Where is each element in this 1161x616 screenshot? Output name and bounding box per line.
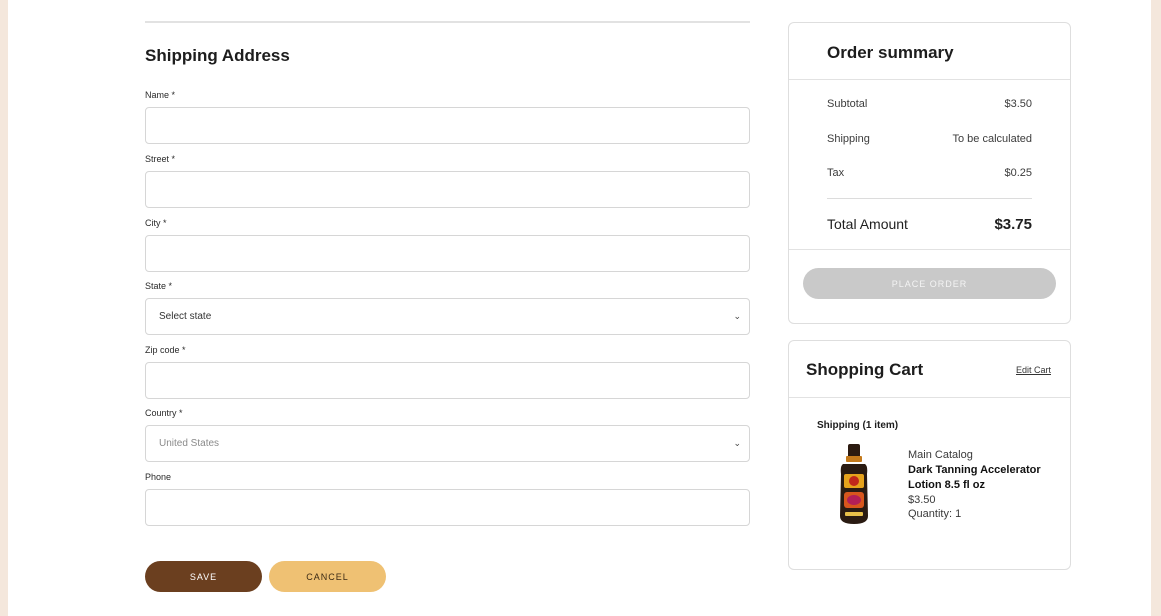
state-label: State * — [145, 281, 173, 291]
country-label: Country * — [145, 408, 183, 418]
summary-row-value: $0.25 — [1004, 167, 1032, 179]
place-order-button[interactable]: PLACE ORDER — [803, 268, 1056, 299]
chevron-down-icon: ⌄ — [733, 438, 741, 448]
cart-header-divider — [789, 397, 1070, 398]
summary-total-row: Total Amount $3.75 — [827, 216, 1032, 233]
cart-item-price: $3.50 — [908, 493, 936, 506]
name-input[interactable] — [145, 107, 750, 144]
zip-label: Zip code * — [145, 345, 186, 355]
cart-item-quantity: Quantity: 1 — [908, 508, 962, 521]
zip-input[interactable] — [145, 362, 750, 399]
state-select-value: Select state — [159, 311, 212, 322]
country-select-value: United States — [159, 438, 220, 449]
cart-item-info: Main Catalog Dark Tanning Accelerator Lo… — [908, 448, 1048, 522]
order-summary-card: Order summary Subtotal $3.50 Shipping To… — [788, 22, 1071, 324]
checkout-page: Shipping Address Name * Street * City * … — [8, 0, 1151, 616]
shopping-cart-card: Shopping Cart Edit Cart Shipping (1 item… — [788, 340, 1071, 570]
summary-header-divider — [789, 79, 1070, 80]
total-divider — [827, 198, 1032, 199]
summary-footer-divider — [789, 249, 1070, 250]
phone-input[interactable] — [145, 489, 750, 526]
name-label: Name * — [145, 90, 176, 100]
shopping-cart-title: Shopping Cart — [806, 360, 924, 379]
chevron-down-icon: ⌄ — [733, 311, 741, 321]
city-input[interactable] — [145, 235, 750, 272]
cancel-button[interactable]: CANCEL — [269, 561, 386, 592]
shipping-items-heading: Shipping (1 item) — [817, 420, 899, 431]
summary-row-value: To be calculated — [952, 133, 1033, 145]
phone-label: Phone — [145, 472, 172, 482]
city-label: City * — [145, 218, 167, 228]
summary-row-label: Tax — [827, 167, 845, 179]
total-label: Total Amount — [827, 216, 908, 232]
street-label: Street * — [145, 154, 176, 164]
form-top-divider — [145, 21, 750, 23]
product-bottle-image — [840, 444, 868, 524]
edit-cart-link[interactable]: Edit Cart — [1016, 365, 1051, 375]
summary-row-shipping: Shipping To be calculated — [827, 133, 1032, 145]
street-input[interactable] — [145, 171, 750, 208]
total-value: $3.75 — [994, 216, 1032, 233]
summary-row-tax: Tax $0.25 — [827, 167, 1032, 179]
order-summary-title: Order summary — [827, 43, 954, 62]
shipping-address-title: Shipping Address — [145, 46, 290, 65]
country-select[interactable]: United States ⌄ — [145, 425, 750, 462]
summary-row-label: Shipping — [827, 133, 870, 145]
cart-item-name: Dark Tanning Accelerator Lotion 8.5 fl o… — [908, 463, 1041, 491]
summary-row-value: $3.50 — [1004, 98, 1032, 110]
summary-row-label: Subtotal — [827, 98, 868, 110]
summary-row-subtotal: Subtotal $3.50 — [827, 98, 1032, 110]
state-select[interactable]: Select state ⌄ — [145, 298, 750, 335]
save-button[interactable]: SAVE — [145, 561, 262, 592]
cart-item-catalog: Main Catalog — [908, 449, 973, 461]
